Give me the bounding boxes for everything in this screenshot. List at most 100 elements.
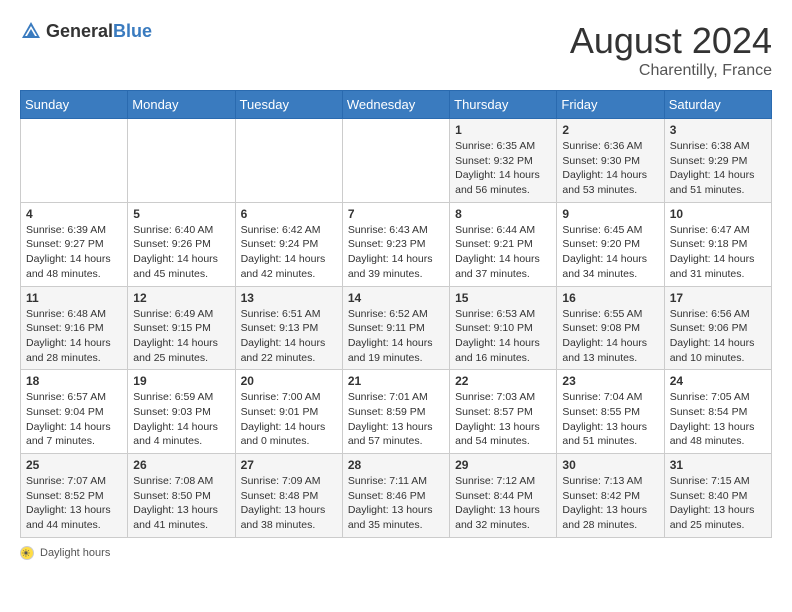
day-info: Sunrise: 6:44 AMSunset: 9:21 PMDaylight:…	[455, 223, 551, 282]
day-info: Sunrise: 6:45 AMSunset: 9:20 PMDaylight:…	[562, 223, 658, 282]
day-number: 21	[348, 374, 444, 388]
day-info: Sunrise: 6:47 AMSunset: 9:18 PMDaylight:…	[670, 223, 766, 282]
table-row: 22 Sunrise: 7:03 AMSunset: 8:57 PMDayligh…	[450, 370, 557, 454]
col-tuesday: Tuesday	[235, 91, 342, 119]
day-number: 1	[455, 123, 551, 137]
day-info: Sunrise: 6:40 AMSunset: 9:26 PMDaylight:…	[133, 223, 229, 282]
day-number: 5	[133, 207, 229, 221]
table-row: 9Sunrise: 6:45 AMSunset: 9:20 PMDaylight…	[557, 202, 664, 286]
table-row: 19Sunrise: 6:59 AMSunset: 9:03 PMDayligh…	[128, 370, 235, 454]
table-row: 13 Sunrise: 6:51 AMSunset: 9:13 PMDayligh…	[235, 286, 342, 370]
legend: ☀ Daylight hours	[20, 546, 772, 560]
day-info: Sunrise: 6:52 AMSunset: 9:11 PMDaylight:…	[348, 307, 444, 366]
logo: GeneralBlue	[20, 20, 152, 42]
calendar-table: Sunday Monday Tuesday Wednesday Thursday…	[20, 90, 772, 538]
day-info: Sunrise: 7:03 AMSunset: 8:57 PMDaylight:…	[455, 390, 551, 449]
location: Charentilly, France	[570, 62, 772, 80]
table-row: 3 Sunrise: 6:38 AMSunset: 9:29 PMDaylight…	[664, 119, 771, 203]
table-row: 14 Sunrise: 6:52 AMSunset: 9:11 PMDayligh…	[342, 286, 449, 370]
day-number: 2	[562, 123, 658, 137]
day-number: 12	[133, 291, 229, 305]
day-number: 16	[562, 291, 658, 305]
day-info: Sunrise: 7:08 AMSunset: 8:50 PMDaylight:…	[133, 474, 229, 533]
day-info: Sunrise: 6:48 AMSunset: 9:16 PMDaylight:…	[26, 307, 122, 366]
table-row: 27 Sunrise: 7:09 AMSunset: 8:48 PMDayligh…	[235, 454, 342, 538]
day-number: 30	[562, 458, 658, 472]
table-row: 10 Sunrise: 6:47 AMSunset: 9:18 PMDayligh…	[664, 202, 771, 286]
day-number: 10	[670, 207, 766, 221]
day-number: 3	[670, 123, 766, 137]
day-number: 22	[455, 374, 551, 388]
table-row: 17Sunrise: 6:56 AMSunset: 9:06 PMDayligh…	[664, 286, 771, 370]
day-number: 31	[670, 458, 766, 472]
legend-label: Daylight hours	[40, 547, 110, 559]
day-number: 14	[348, 291, 444, 305]
day-number: 18	[26, 374, 122, 388]
calendar-week-row: 4 Sunrise: 6:39 AMSunset: 9:27 PMDaylight…	[21, 202, 772, 286]
col-monday: Monday	[128, 91, 235, 119]
day-info: Sunrise: 6:55 AMSunset: 9:08 PMDaylight:…	[562, 307, 658, 366]
calendar-week-row: 25Sunrise: 7:07 AMSunset: 8:52 PMDayligh…	[21, 454, 772, 538]
day-info: Sunrise: 7:15 AMSunset: 8:40 PMDaylight:…	[670, 474, 766, 533]
table-row: 12 Sunrise: 6:49 AMSunset: 9:15 PMDayligh…	[128, 286, 235, 370]
day-number: 7	[348, 207, 444, 221]
table-row	[342, 119, 449, 203]
table-row: 5 Sunrise: 6:40 AMSunset: 9:26 PMDaylight…	[128, 202, 235, 286]
calendar-week-row: 18 Sunrise: 6:57 AMSunset: 9:04 PMDayligh…	[21, 370, 772, 454]
table-row: 18 Sunrise: 6:57 AMSunset: 9:04 PMDayligh…	[21, 370, 128, 454]
table-row: 28Sunrise: 7:11 AMSunset: 8:46 PMDayligh…	[342, 454, 449, 538]
table-row: 25Sunrise: 7:07 AMSunset: 8:52 PMDayligh…	[21, 454, 128, 538]
table-row: 23Sunrise: 7:04 AMSunset: 8:55 PMDayligh…	[557, 370, 664, 454]
day-info: Sunrise: 6:49 AMSunset: 9:15 PMDaylight:…	[133, 307, 229, 366]
col-wednesday: Wednesday	[342, 91, 449, 119]
col-thursday: Thursday	[450, 91, 557, 119]
day-info: Sunrise: 7:01 AMSunset: 8:59 PMDaylight:…	[348, 390, 444, 449]
table-row	[235, 119, 342, 203]
day-info: Sunrise: 6:53 AMSunset: 9:10 PMDaylight:…	[455, 307, 551, 366]
table-row: 2Sunrise: 6:36 AMSunset: 9:30 PMDaylight…	[557, 119, 664, 203]
day-info: Sunrise: 6:35 AMSunset: 9:32 PMDaylight:…	[455, 139, 551, 198]
day-number: 4	[26, 207, 122, 221]
table-row: 20Sunrise: 7:00 AMSunset: 9:01 PMDayligh…	[235, 370, 342, 454]
table-row: 1 Sunrise: 6:35 AMSunset: 9:32 PMDaylight…	[450, 119, 557, 203]
day-info: Sunrise: 7:07 AMSunset: 8:52 PMDaylight:…	[26, 474, 122, 533]
day-number: 13	[241, 291, 337, 305]
col-sunday: Sunday	[21, 91, 128, 119]
day-info: Sunrise: 6:42 AMSunset: 9:24 PMDaylight:…	[241, 223, 337, 282]
day-info: Sunrise: 6:38 AMSunset: 9:29 PMDaylight:…	[670, 139, 766, 198]
table-row: 7Sunrise: 6:43 AMSunset: 9:23 PMDaylight…	[342, 202, 449, 286]
day-info: Sunrise: 7:13 AMSunset: 8:42 PMDaylight:…	[562, 474, 658, 533]
day-info: Sunrise: 6:51 AMSunset: 9:13 PMDaylight:…	[241, 307, 337, 366]
day-number: 24	[670, 374, 766, 388]
day-info: Sunrise: 7:09 AMSunset: 8:48 PMDaylight:…	[241, 474, 337, 533]
table-row: 4 Sunrise: 6:39 AMSunset: 9:27 PMDaylight…	[21, 202, 128, 286]
table-row: 31 Sunrise: 7:15 AMSunset: 8:40 PMDayligh…	[664, 454, 771, 538]
day-number: 23	[562, 374, 658, 388]
table-row: 6Sunrise: 6:42 AMSunset: 9:24 PMDaylight…	[235, 202, 342, 286]
calendar-header-row: Sunday Monday Tuesday Wednesday Thursday…	[21, 91, 772, 119]
day-info: Sunrise: 7:00 AMSunset: 9:01 PMDaylight:…	[241, 390, 337, 449]
table-row: 21 Sunrise: 7:01 AMSunset: 8:59 PMDayligh…	[342, 370, 449, 454]
calendar-week-row: 1 Sunrise: 6:35 AMSunset: 9:32 PMDaylight…	[21, 119, 772, 203]
day-info: Sunrise: 6:56 AMSunset: 9:06 PMDaylight:…	[670, 307, 766, 366]
month-title: August 2024	[570, 20, 772, 62]
col-saturday: Saturday	[664, 91, 771, 119]
day-info: Sunrise: 6:57 AMSunset: 9:04 PMDaylight:…	[26, 390, 122, 449]
logo-blue-text: Blue	[113, 21, 152, 41]
table-row: 24Sunrise: 7:05 AMSunset: 8:54 PMDayligh…	[664, 370, 771, 454]
table-row: 30 Sunrise: 7:13 AMSunset: 8:42 PMDayligh…	[557, 454, 664, 538]
day-number: 8	[455, 207, 551, 221]
day-info: Sunrise: 7:12 AMSunset: 8:44 PMDaylight:…	[455, 474, 551, 533]
day-info: Sunrise: 7:11 AMSunset: 8:46 PMDaylight:…	[348, 474, 444, 533]
table-row: 8 Sunrise: 6:44 AMSunset: 9:21 PMDaylight…	[450, 202, 557, 286]
col-friday: Friday	[557, 91, 664, 119]
day-number: 27	[241, 458, 337, 472]
day-number: 11	[26, 291, 122, 305]
day-number: 29	[455, 458, 551, 472]
table-row: 11 Sunrise: 6:48 AMSunset: 9:16 PMDayligh…	[21, 286, 128, 370]
calendar-week-row: 11 Sunrise: 6:48 AMSunset: 9:16 PMDayligh…	[21, 286, 772, 370]
day-info: Sunrise: 6:39 AMSunset: 9:27 PMDaylight:…	[26, 223, 122, 282]
logo-general-text: General	[46, 21, 113, 41]
legend-icon: ☀	[20, 546, 34, 560]
table-row: 26Sunrise: 7:08 AMSunset: 8:50 PMDayligh…	[128, 454, 235, 538]
